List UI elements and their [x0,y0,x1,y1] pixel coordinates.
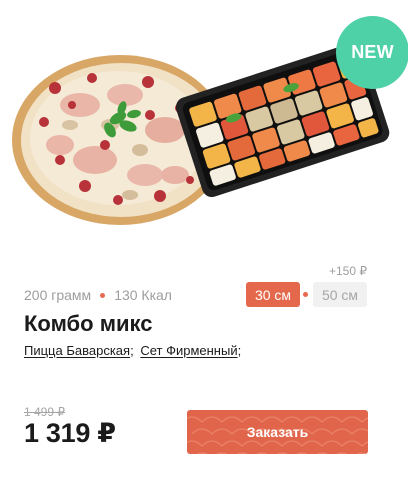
product-meta: 200 грамм 130 Ккал [24,287,172,303]
old-price: 1 499 ₽ [24,405,65,419]
meta-separator-dot [100,292,106,298]
new-badge-label: NEW [351,42,394,62]
order-button[interactable]: Заказать [187,410,368,454]
new-badge: NEW [336,16,408,89]
calories-label: 130 Ккал [114,287,172,303]
product-composition: Пицца Баварская; Сет Фирменный; [24,343,241,358]
current-price: 1 319 ₽ [24,418,116,448]
order-button-label: Заказать [246,424,309,440]
size-50-label: 50 см [321,286,359,303]
composition-link-pizza[interactable]: Пицца Баварская [24,343,130,358]
product-image[interactable]: NEW [0,0,408,250]
size-50-button[interactable]: 50 см [313,282,367,307]
composition-link-set[interactable]: Сет Фирменный [140,343,237,358]
size-30-label: 30 см [254,286,292,303]
size-30-button[interactable]: 30 см [246,282,300,307]
size-extra-price: +150 ₽ [329,264,367,278]
product-card: NEW 200 грамм 130 Ккал +150 ₽ 30 см 50 с… [0,0,408,479]
size-separator-dot [303,292,308,297]
weight-label: 200 грамм [24,287,92,303]
composition-separator: ; [130,343,134,358]
product-title[interactable]: Комбо микс [24,311,152,337]
composition-separator: ; [237,343,242,358]
